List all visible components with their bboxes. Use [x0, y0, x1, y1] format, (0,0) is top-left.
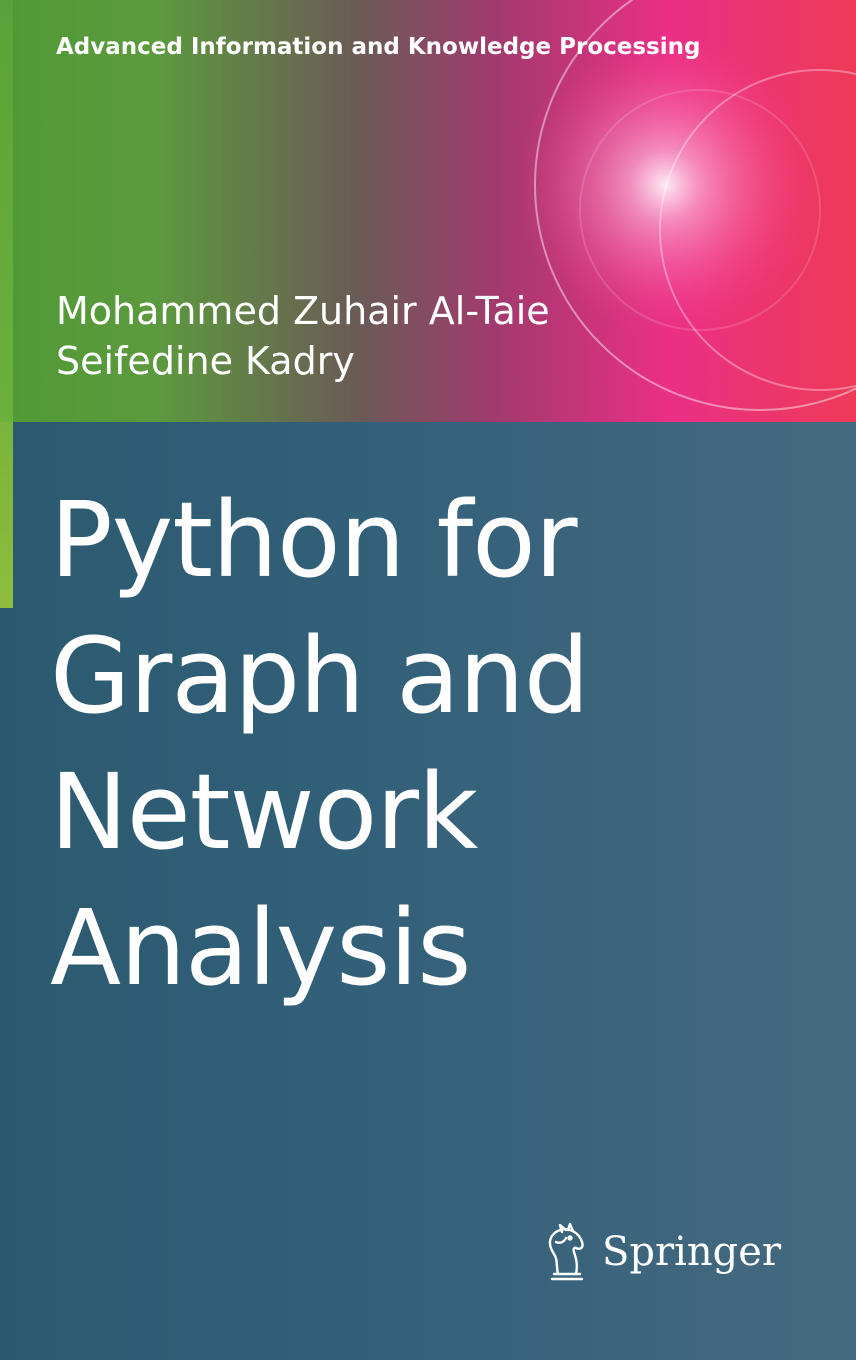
book-title: Python for Graph and Network Analysis: [50, 472, 590, 1016]
title-line: Network: [50, 751, 478, 873]
title-line: Python for: [50, 479, 578, 601]
publisher-name: Springer: [602, 1229, 782, 1275]
author-name: Mohammed Zuhair Al-Taie: [56, 289, 550, 333]
spine-accent-top: [0, 0, 13, 422]
publisher-logo: Springer: [540, 1222, 781, 1282]
title-line: Graph and: [50, 615, 590, 737]
series-title: Advanced Information and Knowledge Proce…: [56, 34, 701, 60]
author-name: Seifedine Kadry: [56, 339, 355, 383]
book-cover: Advanced Information and Knowledge Proce…: [0, 0, 856, 1360]
springer-horse-icon: [548, 1222, 584, 1281]
spine-accent: [0, 422, 13, 608]
authors: Mohammed Zuhair Al-Taie Seifedine Kadry: [56, 286, 550, 386]
title-line: Analysis: [50, 887, 471, 1009]
